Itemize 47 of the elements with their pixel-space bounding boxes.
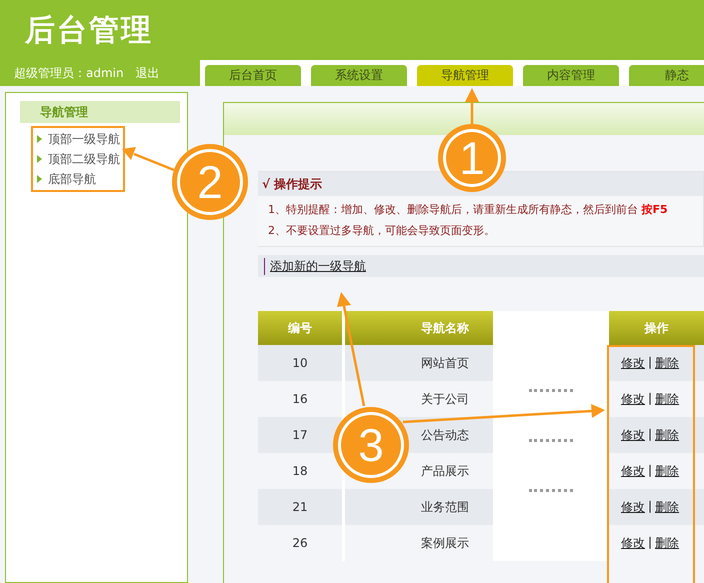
site-title: 后台管理 [25, 12, 153, 50]
triangle-icon [37, 155, 42, 163]
tip-text: 2、不要设置过多导航，可能会导致页面变形。 [267, 223, 496, 238]
nav-tab[interactable]: 内容管理 [523, 65, 619, 86]
nav-tab[interactable]: 静态 [629, 65, 704, 86]
nav-tab[interactable]: 导航管理 [417, 65, 513, 86]
edit-link[interactable]: 修改 [621, 390, 645, 408]
delete-link[interactable]: 删除 [655, 498, 680, 516]
sidebar-item[interactable]: 顶部一级导航 [48, 130, 120, 148]
delete-link[interactable]: 删除 [655, 426, 680, 444]
delete-link[interactable]: 删除 [655, 462, 680, 480]
triangle-icon [37, 135, 42, 143]
delete-link[interactable]: 删除 [655, 534, 680, 552]
link-separator: | [648, 534, 652, 551]
edit-link[interactable]: 修改 [621, 534, 645, 552]
add-navigation-link[interactable]: 添加新的一级导航 [264, 258, 366, 274]
edit-link[interactable]: 修改 [621, 426, 645, 444]
sidebar-heading: 导航管理 [20, 101, 180, 123]
edit-link[interactable]: 修改 [621, 462, 645, 480]
edit-link[interactable]: 修改 [621, 354, 645, 372]
link-separator: | [648, 498, 652, 515]
ellipsis-icon [529, 489, 573, 492]
table-cell: 21 [258, 489, 345, 525]
table-cell: 10 [258, 345, 345, 381]
table-cell: 业务范围 [345, 489, 493, 525]
link-separator: | [648, 354, 652, 371]
link-separator: | [648, 462, 652, 479]
ellipsis-icon [529, 389, 573, 392]
column-header: 编号 [258, 311, 345, 345]
delete-link[interactable]: 删除 [655, 354, 680, 372]
sidebar-item[interactable]: 底部导航 [48, 170, 96, 188]
step-number-badge: 2 [172, 144, 248, 220]
nav-tab[interactable]: 系统设置 [311, 65, 407, 86]
triangle-icon [37, 175, 42, 183]
ellipsis-icon [529, 439, 573, 442]
link-separator: | [648, 426, 652, 443]
column-header: 导航名称 [345, 311, 493, 345]
tip-text: 1、特别提醒：增加、修改、删除导航后，请重新生成所有静态，然后到前台 按F5 [267, 202, 669, 217]
arrow [465, 88, 479, 124]
sidebar-item[interactable]: 顶部二级导航 [48, 150, 120, 168]
link-separator: | [648, 390, 652, 407]
edit-link[interactable]: 修改 [621, 498, 645, 516]
table-cell: 网站首页 [345, 345, 493, 381]
column-header: 操作 [609, 311, 704, 345]
delete-link[interactable]: 删除 [655, 390, 680, 408]
nav-tab[interactable]: 后台首页 [205, 65, 301, 86]
user-label: 超级管理员：admin [14, 64, 124, 82]
